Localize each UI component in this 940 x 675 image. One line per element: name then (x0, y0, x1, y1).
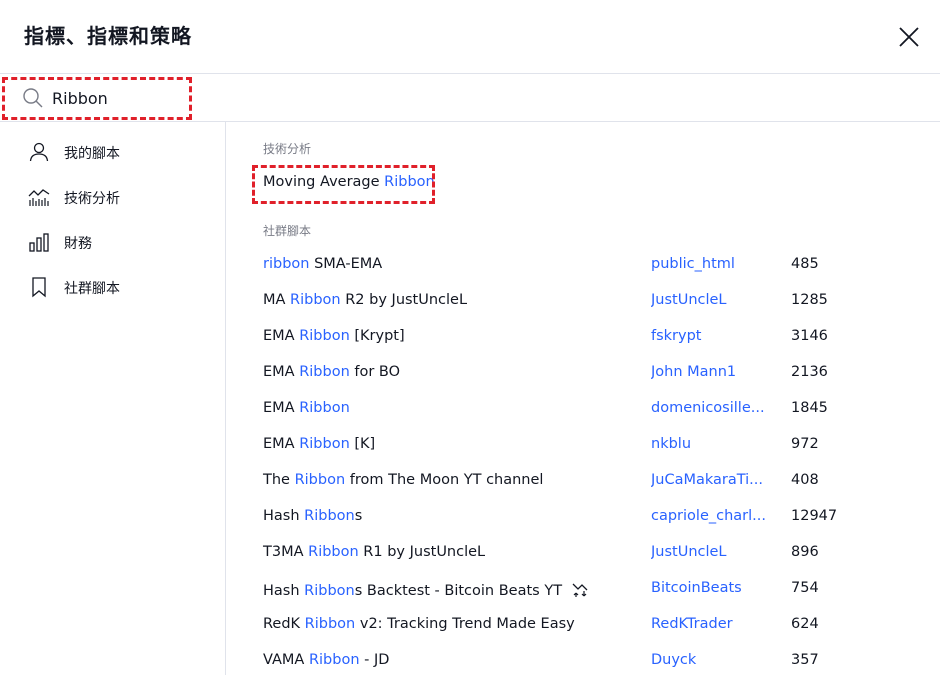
author-link[interactable]: domenicosille... (651, 400, 771, 416)
dialog-header: 指標、指標和策略 (0, 0, 940, 74)
likes-count: 972 (791, 436, 819, 452)
table-row[interactable]: EMA Ribbon [K] nkblu 972 (227, 428, 940, 464)
script-name: EMA Ribbon [K] (263, 436, 376, 452)
script-name: MA Ribbon R2 by JustUncleL (263, 292, 468, 308)
close-icon (899, 27, 919, 47)
script-name: EMA Ribbon for BO (263, 364, 401, 380)
list-item-technical[interactable]: Moving Average Ribbon (227, 166, 940, 202)
likes-count: 485 (791, 256, 819, 272)
sidebar-item-label: 技術分析 (64, 191, 120, 207)
script-name: EMA Ribbon (263, 400, 350, 416)
likes-count: 408 (791, 472, 819, 488)
likes-count: 1845 (791, 400, 828, 416)
table-row[interactable]: ribbon SMA-EMA public_html 485 (227, 248, 940, 284)
bar-chart-icon (29, 233, 49, 252)
script-name: The Ribbon from The Moon YT channel (263, 472, 544, 488)
table-row[interactable]: T3MA Ribbon R1 by JustUncleL JustUncleL 89… (227, 536, 940, 572)
likes-count: 2136 (791, 364, 828, 380)
script-name: T3MA Ribbon R1 by JustUncleL (263, 544, 486, 560)
table-row[interactable]: Hash Ribbons Backtest - Bitcoin Beats YT… (227, 572, 940, 608)
section-title-community: 社群腳本 (263, 224, 312, 238)
likes-count: 357 (791, 652, 819, 668)
table-row[interactable]: RedK Ribbon v2: Tracking Trend Made Easy… (227, 608, 940, 644)
user-icon (29, 142, 49, 162)
close-button[interactable] (894, 22, 924, 52)
search-input[interactable] (52, 84, 452, 112)
sidebar-item-financials[interactable]: 財務 (0, 222, 225, 262)
likes-count: 3146 (791, 328, 828, 344)
table-row[interactable]: EMA Ribbon [Krypt] fskrypt 3146 (227, 320, 940, 356)
chart-line-icon (28, 189, 50, 206)
author-link[interactable]: fskrypt (651, 328, 771, 344)
script-name: VAMA Ribbon - JD (263, 652, 390, 668)
results-panel: 技術分析 Moving Average Ribbon 社群腳本 ribbon S… (227, 122, 940, 675)
script-name: Hash Ribbons (263, 508, 363, 524)
author-link[interactable]: JustUncleL (651, 292, 771, 308)
sidebar-item-community-scripts[interactable]: 社群腳本 (0, 267, 225, 307)
script-name: RedK Ribbon v2: Tracking Trend Made Easy (263, 616, 575, 632)
author-link[interactable]: John Mann1 (651, 364, 771, 380)
sidebar-item-label: 社群腳本 (64, 281, 120, 297)
table-row[interactable]: EMA Ribbon for BO John Mann1 2136 (227, 356, 940, 392)
table-row[interactable]: EMA Ribbon domenicosille... 1845 (227, 392, 940, 428)
table-row[interactable]: MA Ribbon R2 by JustUncleL JustUncleL 1285 (227, 284, 940, 320)
author-link[interactable]: BitcoinBeats (651, 580, 771, 596)
dialog-title: 指標、指標和策略 (24, 24, 192, 48)
author-link[interactable]: Duyck (651, 652, 771, 668)
sidebar-item-label: 我的腳本 (64, 146, 120, 162)
script-name: ribbon SMA-EMA (263, 256, 383, 272)
table-row[interactable]: VAMA Ribbon - JD Duyck 357 (227, 644, 940, 675)
author-link[interactable]: nkblu (651, 436, 771, 452)
strategy-icon (572, 583, 588, 597)
sidebar: 我的腳本 技術分析 財務 社群腳本 (0, 122, 226, 675)
author-link[interactable]: RedKTrader (651, 616, 771, 632)
sidebar-item-label: 財務 (64, 236, 92, 252)
author-link[interactable]: capriole_charl... (651, 508, 771, 524)
likes-count: 896 (791, 544, 819, 560)
table-row[interactable]: The Ribbon from The Moon YT channel JuCaM… (227, 464, 940, 500)
likes-count: 754 (791, 580, 819, 596)
script-name: Hash Ribbons Backtest - Bitcoin Beats YT (263, 580, 590, 599)
sidebar-item-my-scripts[interactable]: 我的腳本 (0, 132, 225, 172)
bookmark-icon (32, 277, 46, 298)
script-name: EMA Ribbon [Krypt] (263, 328, 405, 344)
search-icon (23, 88, 43, 108)
author-link[interactable]: JustUncleL (651, 544, 771, 560)
author-link[interactable]: JuCaMakaraTi... (651, 472, 771, 488)
sidebar-item-technical-analysis[interactable]: 技術分析 (0, 177, 225, 217)
likes-count: 1285 (791, 292, 828, 308)
search-bar (0, 74, 940, 122)
likes-count: 624 (791, 616, 819, 632)
likes-count: 12947 (791, 508, 838, 524)
section-title-technical: 技術分析 (263, 142, 312, 156)
script-name: Moving Average Ribbon (263, 174, 435, 190)
author-link[interactable]: public_html (651, 256, 771, 272)
table-row[interactable]: Hash Ribbons capriole_charl... 12947 (227, 500, 940, 536)
